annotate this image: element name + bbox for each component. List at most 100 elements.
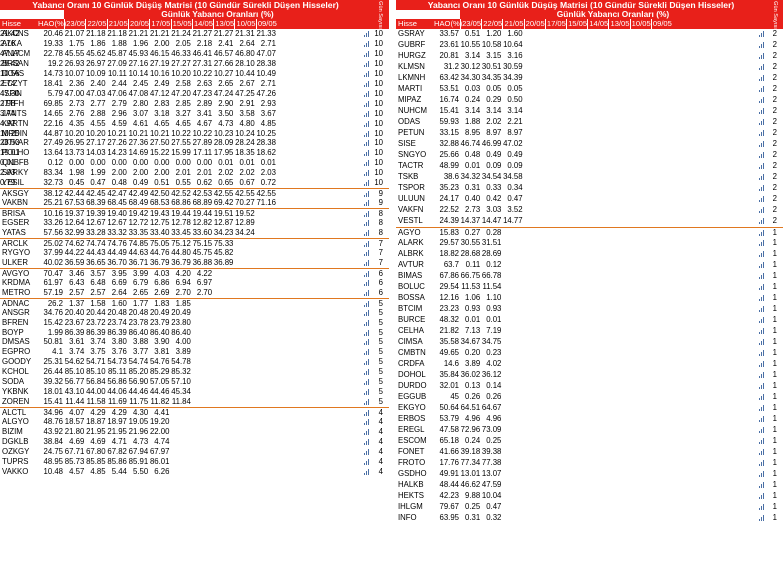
daily-ratio: 4.02: [486, 359, 502, 368]
daily-ratio: 2.00: [133, 168, 149, 178]
daily-ratio: 19.42: [128, 209, 149, 219]
daily-ratio: 34.35: [481, 73, 502, 82]
hao-value: 23.23: [439, 304, 459, 313]
daily-ratio: 36.79: [171, 257, 191, 267]
daily-ratio: 0.47: [486, 502, 502, 511]
day-count: 1: [772, 403, 777, 412]
daily-ratio: 17.95: [213, 148, 234, 158]
stock-symbol: BOSSA: [398, 293, 425, 302]
day-count: 2: [772, 84, 777, 93]
column-header: 20/05: [523, 19, 546, 29]
hao-value: 39.32: [43, 377, 63, 387]
hao-value: 15.83: [439, 228, 459, 237]
signal-bars-icon: [758, 294, 765, 301]
signal-bars-icon: [758, 107, 765, 114]
daily-ratio: 39.18: [460, 447, 481, 456]
daily-ratio: 11.75: [129, 397, 149, 407]
signal-bars-icon: [363, 190, 370, 198]
daily-ratio: 4.29: [111, 408, 127, 418]
hao-value: 48.95: [43, 456, 63, 466]
daily-ratio: 4.07: [69, 408, 85, 418]
signal-bars-icon: [758, 382, 765, 389]
signal-bars-icon: [363, 458, 370, 465]
daily-ratio: 0.25: [465, 502, 481, 511]
hao-value: 41.66: [439, 447, 459, 456]
signal-bars-icon: [758, 338, 765, 345]
daily-ratio: 28.24: [235, 138, 255, 148]
day-count-label: Gün Sayısı: [771, 0, 778, 29]
signal-bars-icon: [363, 329, 370, 336]
daily-ratio: 19.44: [171, 209, 191, 219]
stock-symbol: BURCE: [398, 315, 426, 324]
daily-ratio: 67.82: [107, 446, 127, 456]
daily-ratio: 47.26: [256, 88, 276, 98]
daily-ratio: 0.00: [196, 158, 213, 168]
daily-ratio: 12.89: [235, 218, 255, 228]
hao-value: 10.16: [43, 209, 63, 219]
signal-bars-icon: [758, 229, 765, 236]
daily-ratio: 57.05: [149, 377, 170, 387]
stock-symbol: GUBRF: [398, 40, 426, 49]
table-row: TUPRS 48.95 85.73 85.85 85.86 85.91 86.01 4: [0, 457, 389, 466]
daily-ratio: 28.53: [0, 138, 20, 148]
daily-ratio: 21.21: [128, 29, 149, 38]
daily-ratio: 2.45: [133, 78, 149, 88]
signal-bars-icon: [363, 30, 370, 37]
daily-ratio: 34.23: [213, 228, 234, 237]
daily-ratio: 10.22: [171, 128, 191, 138]
daily-ratio: 0.27: [465, 228, 481, 237]
daily-ratio: 15.22: [149, 148, 170, 158]
daily-ratio: 67.94: [128, 446, 149, 456]
daily-ratio: 23.67: [64, 317, 85, 327]
stock-symbol: HURGZ: [398, 51, 426, 60]
daily-ratio: 0.33: [486, 183, 502, 192]
hao-value: 32.01: [439, 381, 459, 390]
daily-ratio: 0.31: [465, 513, 481, 522]
daily-ratio: 46.80: [235, 48, 255, 58]
daily-ratio: 4.71: [111, 436, 127, 446]
day-count: 2: [772, 205, 777, 214]
signal-bars-icon: [363, 388, 370, 396]
hao-value: 47.58: [439, 425, 459, 434]
daily-ratio: 17.11: [193, 148, 213, 158]
daily-ratio: 34.75: [481, 337, 502, 346]
day-count: 5: [378, 347, 383, 357]
daily-ratio: 42.47: [107, 189, 127, 199]
daily-ratio: 3.03: [486, 205, 502, 214]
daily-ratio: 0.24: [465, 436, 481, 445]
signal-bars-icon: [363, 219, 370, 227]
daily-ratio: 33.35: [128, 228, 149, 237]
daily-ratio: 47.17: [0, 48, 20, 58]
daily-ratio: 85.29: [149, 367, 170, 377]
table-row: AKSGY 38.12 42.44 42.45 42.47 42.49 42.50 42.52…: [0, 188, 389, 198]
daily-ratio: 4.92: [0, 118, 16, 128]
stock-symbol: AVGYO: [2, 268, 30, 278]
daily-ratio: 45.82: [213, 247, 234, 257]
hao-value: 14.65: [43, 108, 63, 118]
table-row: VESTL 24.39 14.37 14.47 14.77 2: [396, 216, 783, 225]
daily-ratio: 27.17: [86, 138, 106, 148]
daily-ratio: 54.73: [107, 357, 127, 367]
column-header: 10/05: [234, 19, 256, 29]
column-header-row: Hisse HAO(%) 23/05 22/05 21/05 20/05 17/05 15/0…: [396, 19, 766, 29]
daily-ratio: 2.63: [196, 78, 213, 88]
daily-ratio: 0.67: [239, 178, 255, 188]
daily-ratio: 68.53: [149, 198, 170, 208]
daily-ratio: 19.37: [64, 209, 85, 219]
hao-value: 33.26: [43, 218, 63, 228]
daily-ratio: 0.48: [465, 150, 481, 159]
daily-ratio: 45.93: [128, 48, 149, 58]
signal-bars-icon: [363, 50, 370, 57]
daily-ratio: 44.46: [128, 387, 149, 397]
signal-bars-icon: [758, 96, 765, 103]
day-count: 2: [772, 172, 777, 181]
daily-ratio: 3.27: [175, 108, 191, 118]
daily-ratio: 74.62: [64, 238, 85, 248]
daily-ratio: 54.71: [86, 357, 106, 367]
daily-ratio: 30.12: [460, 62, 481, 71]
hao-value: 65.18: [439, 436, 459, 445]
day-count-side-header: Gün Sayısı: [371, 0, 389, 29]
daily-ratio: 44.06: [107, 387, 127, 397]
daily-ratio: 86.01: [149, 456, 170, 466]
stock-symbol: ALBRK: [398, 249, 424, 258]
